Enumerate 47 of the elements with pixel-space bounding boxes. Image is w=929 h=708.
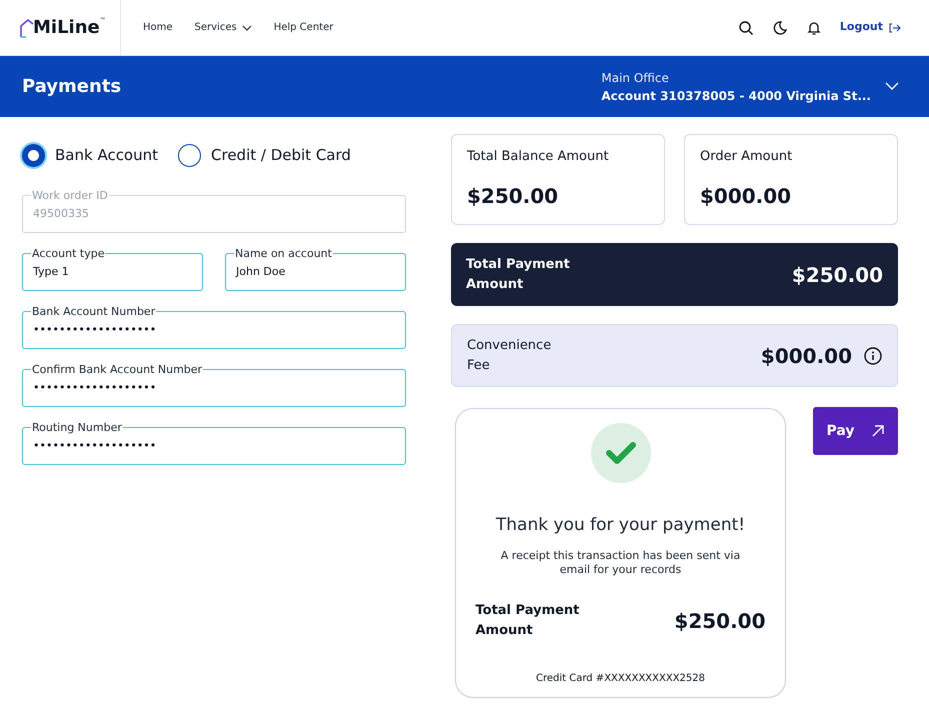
summary-label: Order Amount [700, 148, 794, 166]
text-field[interactable]: Name on account John Doe [225, 247, 406, 291]
account-selector-text[interactable]: Account 310378005 - 4000 Virginia St... [601, 86, 871, 104]
chevron-down-icon[interactable] [885, 82, 899, 91]
radio-option[interactable]: Credit / Debit Card [178, 144, 351, 166]
logout-icon [889, 22, 901, 32]
receipt-message: A receipt this transaction has been sent via email for your records [500, 548, 742, 576]
page-title: Payments [22, 75, 122, 99]
field-label: Bank Account Number [31, 305, 156, 318]
nav-link[interactable]: Services [194, 20, 252, 35]
nav-link[interactable]: Help Center [274, 20, 334, 35]
check-circle-icon [590, 423, 650, 483]
receipt-total-label: Total Payment Amount [476, 602, 580, 640]
summary-amount: $000.00 [700, 182, 792, 210]
text-field[interactable]: Routing Number ••••••••••••••••••• [22, 421, 406, 465]
radio-button[interactable] [22, 144, 45, 166]
nav-link[interactable]: Home [143, 20, 173, 35]
moon-icon[interactable] [772, 20, 788, 36]
field-label: Account type [31, 247, 106, 260]
arrow-up-right-icon [870, 424, 885, 438]
pay-button[interactable]: Pay [813, 407, 898, 455]
logo-text: MiLine [33, 16, 100, 40]
office-name: Main Office [601, 70, 670, 86]
radio-option[interactable]: Bank Account [22, 144, 158, 166]
text-field[interactable]: Account type Type 1 [22, 247, 203, 291]
logout-link[interactable]: Logout [840, 19, 901, 36]
total-payment-label: Total Payment Amount [466, 256, 571, 294]
summary-label: Total Balance Amount [467, 148, 610, 166]
radio-button[interactable] [178, 144, 202, 166]
search-icon[interactable] [738, 20, 754, 36]
receipt-card-number: Credit Card #XXXXXXXXXXX2528 [536, 672, 705, 686]
text-field[interactable]: Confirm Bank Account Number ••••••••••••••••••• [22, 363, 406, 407]
field-label: Work order ID [31, 189, 109, 202]
field-label: Confirm Bank Account Number [31, 363, 204, 376]
info-icon[interactable] [864, 346, 882, 364]
bell-icon[interactable] [806, 20, 822, 36]
chevron-down-icon [242, 24, 252, 30]
field-label: Name on account [234, 247, 333, 260]
receipt-title: Thank you for your payment! [496, 514, 746, 537]
convenience-fee-label: Convenience Fee [467, 336, 552, 374]
convenience-fee-amount: $000.00 [760, 342, 852, 370]
house-logo-icon [20, 18, 34, 38]
summary-amount: $250.00 [467, 182, 560, 210]
field-label: Routing Number [31, 421, 123, 434]
receipt-total-amount: $250.00 [674, 608, 766, 634]
total-payment-amount: $250.00 [792, 262, 883, 288]
text-field[interactable]: Bank Account Number ••••••••••••••••••• [22, 305, 406, 349]
